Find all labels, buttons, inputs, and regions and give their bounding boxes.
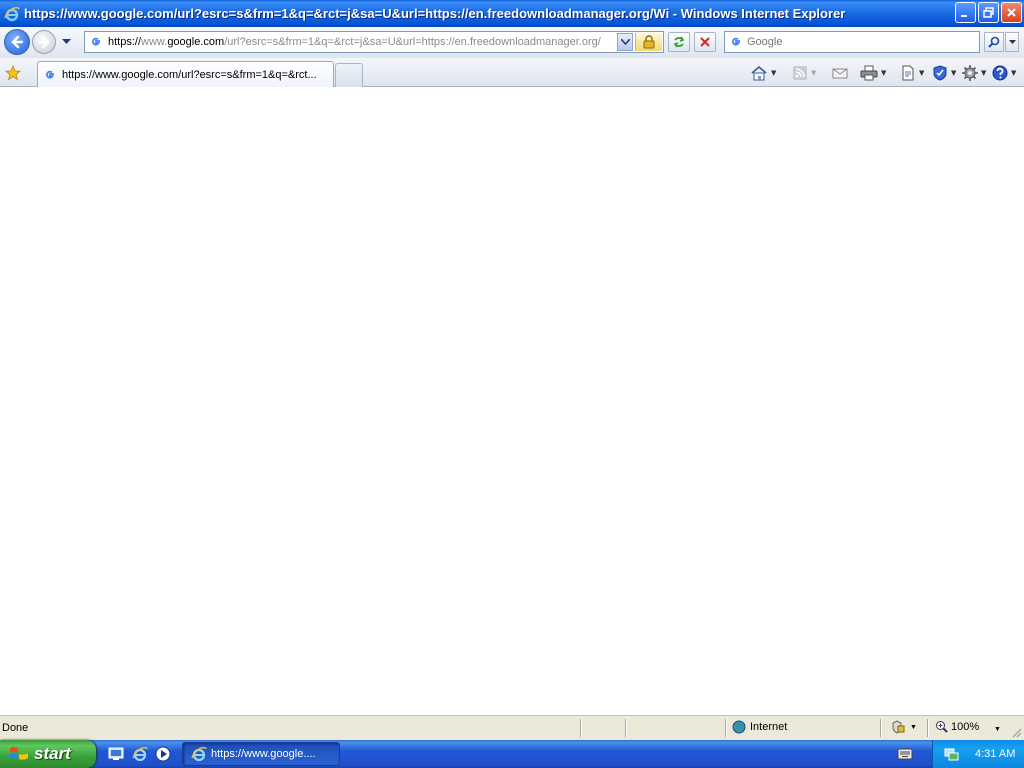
- rss-feed-icon: [793, 66, 807, 80]
- system-tray: 4:31 AM: [932, 740, 1024, 768]
- clock[interactable]: 4:31 AM: [975, 748, 1015, 760]
- address-bar[interactable]: https://www.google.com/url?esrc=s&frm=1&…: [84, 31, 664, 53]
- address-url[interactable]: https://www.google.com/url?esrc=s&frm=1&…: [108, 36, 614, 48]
- help-icon: [992, 65, 1008, 81]
- zoom-dropdown-arrow[interactable]: ▼: [994, 726, 1001, 733]
- google-favicon-icon: [42, 67, 58, 83]
- refresh-button[interactable]: [668, 32, 690, 52]
- search-box[interactable]: [724, 31, 980, 53]
- zoom-level-control[interactable]: 100%: [935, 720, 979, 733]
- taskbar-item-label: https://www.google....: [211, 748, 316, 760]
- status-separator: [580, 719, 582, 737]
- status-separator: [880, 719, 882, 737]
- show-desktop-icon: [108, 747, 124, 760]
- taskbar: start https://www.google.... 4:31 AM: [0, 740, 1024, 768]
- feeds-button[interactable]: ▼: [792, 64, 816, 82]
- tools-menu-button[interactable]: ▼: [962, 64, 986, 82]
- globe-icon: [732, 720, 746, 734]
- windows-flag-icon: [10, 746, 28, 760]
- status-separator: [625, 719, 627, 737]
- navigation-bar: https://www.google.com/url?esrc=s&frm=1&…: [0, 27, 1024, 58]
- magnifier-icon: [988, 36, 1000, 48]
- read-mail-button[interactable]: [832, 64, 848, 82]
- internet-explorer-icon: [4, 6, 20, 22]
- security-lock-icon[interactable]: [635, 33, 662, 51]
- print-button[interactable]: ▼: [860, 64, 886, 82]
- safety-menu-button[interactable]: ▼: [932, 64, 956, 82]
- protected-mode-indicator[interactable]: ▼: [890, 720, 917, 734]
- media-player-icon: [155, 746, 171, 762]
- status-bar: Done Internet ▼ 100% ▼: [0, 715, 1024, 740]
- protected-mode-icon: [892, 720, 905, 734]
- quicklaunch-internet-explorer[interactable]: [130, 744, 150, 764]
- window-controls: [955, 2, 1022, 23]
- resize-grip-icon[interactable]: [1010, 726, 1022, 738]
- tab-label: https://www.google.com/url?esrc=s&frm=1&…: [62, 68, 317, 81]
- stop-button[interactable]: [694, 32, 716, 52]
- quicklaunch-desktop[interactable]: [106, 744, 126, 764]
- home-icon: [751, 65, 767, 81]
- gear-icon: [962, 65, 978, 81]
- network-connection-icon[interactable]: [943, 746, 959, 762]
- tab-current[interactable]: https://www.google.com/url?esrc=s&frm=1&…: [37, 61, 334, 87]
- printer-icon: [860, 65, 878, 81]
- address-dropdown-button[interactable]: [617, 33, 633, 51]
- status-text: Done: [2, 722, 29, 734]
- page-icon: [902, 65, 914, 81]
- mail-icon: [832, 68, 848, 79]
- window-title: https://www.google.com/url?esrc=s&frm=1&…: [24, 6, 846, 21]
- start-label: start: [34, 744, 71, 763]
- back-button[interactable]: [4, 29, 30, 55]
- recent-pages-dropdown[interactable]: [60, 36, 72, 48]
- keyboard-language-icon[interactable]: [896, 746, 914, 762]
- status-separator: [927, 719, 929, 737]
- restore-button[interactable]: [978, 2, 999, 23]
- forward-button[interactable]: [32, 30, 56, 54]
- taskbar-item-internet-explorer[interactable]: https://www.google....: [182, 742, 340, 766]
- close-window-button[interactable]: [1001, 2, 1022, 23]
- favorites-star-icon[interactable]: [4, 64, 22, 82]
- search-options-dropdown[interactable]: [1005, 32, 1019, 52]
- security-zone[interactable]: Internet: [732, 720, 787, 734]
- help-menu-button[interactable]: ▼: [992, 64, 1016, 82]
- search-button[interactable]: [984, 32, 1004, 52]
- minimize-button[interactable]: [955, 2, 976, 23]
- google-search-provider-icon: [728, 34, 744, 50]
- page-menu-button[interactable]: ▼: [900, 64, 924, 82]
- quicklaunch-media-player[interactable]: [153, 744, 173, 764]
- internet-explorer-icon: [191, 746, 207, 762]
- start-button[interactable]: start: [0, 740, 96, 768]
- zoom-value: 100%: [951, 720, 980, 733]
- status-separator: [725, 719, 727, 737]
- google-favicon-icon: [88, 34, 104, 50]
- title-bar: https://www.google.com/url?esrc=s&frm=1&…: [0, 0, 1024, 27]
- zone-label: Internet: [750, 721, 788, 733]
- page-content[interactable]: [0, 88, 1024, 715]
- search-input[interactable]: [747, 36, 967, 48]
- tab-command-bar: https://www.google.com/url?esrc=s&frm=1&…: [0, 58, 1024, 87]
- zoom-icon: [936, 721, 948, 733]
- internet-explorer-icon: [132, 747, 148, 762]
- shield-icon: [933, 65, 947, 81]
- home-button[interactable]: ▼: [750, 64, 776, 82]
- new-tab-button[interactable]: [335, 63, 363, 87]
